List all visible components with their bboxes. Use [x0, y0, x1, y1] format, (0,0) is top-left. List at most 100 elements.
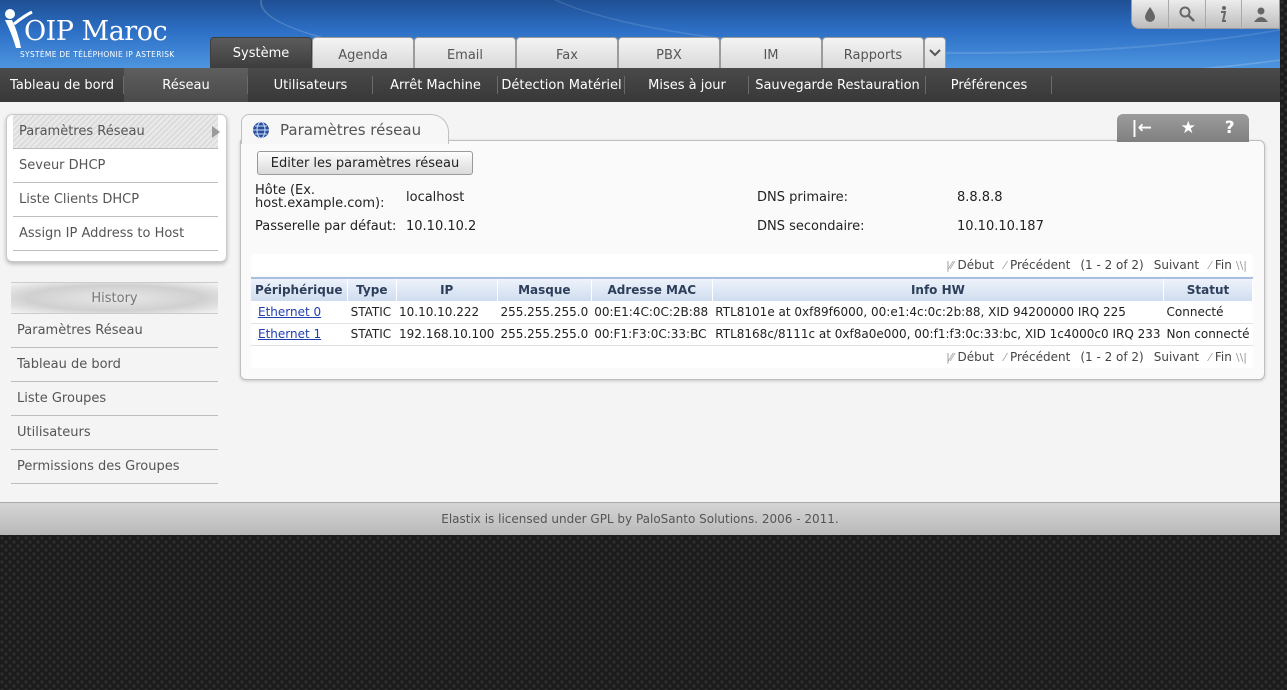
- last-page-icon: \\|: [1235, 258, 1247, 272]
- left-menu: Paramètres Réseau Seveur DHCP Liste Clie…: [6, 114, 227, 262]
- menu-item-liste-clients-dhcp[interactable]: Liste Clients DHCP: [13, 183, 218, 217]
- history-item[interactable]: Utilisateurs: [11, 416, 218, 450]
- tab-systeme[interactable]: Système: [210, 37, 312, 68]
- subnav-preferences[interactable]: Préférences: [926, 68, 1052, 102]
- top-icon-bar: [1131, 0, 1280, 29]
- main-tabs: Système Agenda Email Fax PBX IM Rapports: [210, 37, 946, 68]
- col-ip: IP: [396, 277, 498, 301]
- subnav-reseau[interactable]: Réseau: [124, 68, 248, 102]
- dns-primary-label: DNS primaire:: [757, 190, 849, 205]
- history-item[interactable]: Paramètres Réseau: [11, 314, 218, 348]
- help-icon[interactable]: ?: [1225, 118, 1235, 138]
- cell-type: STATIC: [347, 301, 396, 324]
- cell-type: STATIC: [347, 323, 396, 346]
- first-page-icon: |⁄⁄: [946, 350, 954, 364]
- tab-email[interactable]: Email: [414, 37, 516, 68]
- header: OIP Maroc SYSTÈME DE TÉLÉPHONIE IP ASTER…: [0, 0, 1280, 68]
- subnav-tableau-de-bord[interactable]: Tableau de bord: [0, 68, 124, 102]
- menu-item-serveur-dhcp[interactable]: Seveur DHCP: [13, 149, 218, 183]
- table-row: Ethernet 1 STATIC 192.168.10.100 255.255…: [251, 323, 1253, 346]
- col-peripherique: Périphérique: [251, 277, 349, 301]
- gateway-label: Passerelle par défaut:: [255, 219, 397, 234]
- pager-start-label: Début: [957, 258, 995, 272]
- pager-prev-link[interactable]: ⁄ Précédent: [1004, 350, 1070, 364]
- pager-end-link[interactable]: ⁄ Fin \\|: [1209, 350, 1247, 364]
- history-item[interactable]: Liste Groupes: [11, 382, 218, 416]
- pager-start-link[interactable]: |⁄⁄ Début: [946, 350, 994, 364]
- subnav-detection-materiel[interactable]: Détection Matériel: [498, 68, 625, 102]
- device-link[interactable]: Ethernet 1: [254, 327, 321, 341]
- star-icon[interactable]: ★: [1181, 118, 1196, 138]
- pager-next-link[interactable]: Suivant: [1154, 258, 1199, 272]
- host-value: localhost: [406, 190, 465, 205]
- subnav-arret-machine[interactable]: Arrêt Machine: [373, 68, 498, 102]
- cell-status: Non connecté: [1163, 323, 1253, 346]
- info-icon[interactable]: [1206, 0, 1243, 29]
- menu-item-parametres-reseau[interactable]: Paramètres Réseau: [13, 115, 220, 149]
- logo-text: OIP Maroc: [24, 16, 168, 47]
- tabs-more-button[interactable]: [924, 37, 946, 68]
- history-item[interactable]: Tableau de bord: [11, 348, 218, 382]
- theme-drop-icon[interactable]: [1132, 0, 1169, 29]
- next-page-icon: ⁄: [1209, 258, 1211, 272]
- cell-device: Ethernet 1: [251, 323, 348, 346]
- network-globe-icon: [253, 121, 269, 138]
- panel-tools: |← ★ ?: [1117, 114, 1249, 142]
- logo[interactable]: OIP Maroc SYSTÈME DE TÉLÉPHONIE IP ASTER…: [2, 4, 212, 66]
- table-header-row: Périphérique Type IP Masque Adresse MAC …: [251, 277, 1253, 301]
- pager-top: |⁄⁄ Début ⁄ Précédent (1 - 2 of 2) Suivant…: [251, 254, 1253, 276]
- tab-fax[interactable]: Fax: [516, 37, 618, 68]
- cell-mac: 00:E1:4C:0C:2B:88: [591, 301, 713, 324]
- network-interfaces-table: Périphérique Type IP Masque Adresse MAC …: [251, 277, 1253, 346]
- next-page-icon: ⁄: [1209, 350, 1211, 364]
- dns-secondary-value: 10.10.10.187: [957, 219, 1044, 234]
- prev-page-icon: ⁄: [1004, 350, 1006, 364]
- dns-primary-value: 8.8.8.8: [957, 190, 1003, 205]
- col-info-hw: Info HW: [712, 277, 1165, 301]
- menu-item-label: Paramètres Réseau: [19, 124, 145, 139]
- cell-mac: 00:F1:F3:0C:33:BC: [591, 323, 713, 346]
- cell-status: Connecté: [1163, 301, 1253, 324]
- subnav-mises-a-jour[interactable]: Mises à jour: [625, 68, 749, 102]
- pager-prev-link[interactable]: ⁄ Précédent: [1004, 258, 1070, 272]
- panel-title-tab: Paramètres réseau: [241, 114, 449, 144]
- pager-end-label: Fin: [1214, 258, 1232, 272]
- tab-rapports[interactable]: Rapports: [822, 37, 924, 68]
- pager-range: (1 - 2 of 2): [1080, 350, 1144, 364]
- pager-start-link[interactable]: |⁄⁄ Début: [946, 258, 994, 272]
- cell-device: Ethernet 0: [251, 301, 348, 324]
- last-page-icon: \\|: [1235, 350, 1247, 364]
- tab-agenda[interactable]: Agenda: [312, 37, 414, 68]
- chevron-down-icon: [929, 49, 941, 57]
- dns-secondary-label: DNS secondaire:: [757, 219, 865, 234]
- history-title: History: [11, 282, 218, 314]
- panel-title: Paramètres réseau: [280, 120, 422, 139]
- menu-item-assign-ip[interactable]: Assign IP Address to Host: [13, 217, 218, 251]
- col-type: Type: [347, 277, 397, 301]
- user-icon[interactable]: [1242, 0, 1279, 29]
- pager-range: (1 - 2 of 2): [1080, 258, 1144, 272]
- tab-pbx[interactable]: PBX: [618, 37, 720, 68]
- col-masque: Masque: [497, 277, 592, 301]
- tab-im[interactable]: IM: [720, 37, 822, 68]
- collapse-icon[interactable]: |←: [1131, 118, 1151, 138]
- app-window: OIP Maroc SYSTÈME DE TÉLÉPHONIE IP ASTER…: [0, 0, 1280, 535]
- pager-end-link[interactable]: ⁄ Fin \\|: [1209, 258, 1247, 272]
- pager-bottom: |⁄⁄ Début ⁄ Précédent (1 - 2 of 2) Suivant…: [251, 346, 1253, 368]
- table-row: Ethernet 0 STATIC 10.10.10.222 255.255.2…: [251, 301, 1253, 324]
- pager-next-link[interactable]: Suivant: [1154, 350, 1199, 364]
- host-label: Hôte (Ex. host.example.com):: [255, 184, 385, 210]
- col-statut: Statut: [1163, 277, 1253, 301]
- cell-info-hw: RTL8168c/8111c at 0xf8a0e000, 00:f1:f3:0…: [712, 323, 1164, 346]
- search-icon[interactable]: [1169, 0, 1206, 29]
- cell-info-hw: RTL8101e at 0xf89f6000, 00:e1:4c:0c:2b:8…: [712, 301, 1164, 324]
- subnav-sauvegarde-restauration[interactable]: Sauvegarde Restauration: [749, 68, 926, 102]
- arrow-right-icon: [212, 126, 220, 138]
- prev-page-icon: ⁄: [1004, 258, 1006, 272]
- host-label-line2: host.example.com):: [255, 196, 385, 211]
- edit-network-settings-button[interactable]: Editer les paramètres réseau: [257, 151, 473, 175]
- pager-end-label: Fin: [1214, 350, 1232, 364]
- subnav-utilisateurs[interactable]: Utilisateurs: [248, 68, 373, 102]
- device-link[interactable]: Ethernet 0: [254, 305, 321, 319]
- history-item[interactable]: Permissions des Groupes: [11, 450, 218, 484]
